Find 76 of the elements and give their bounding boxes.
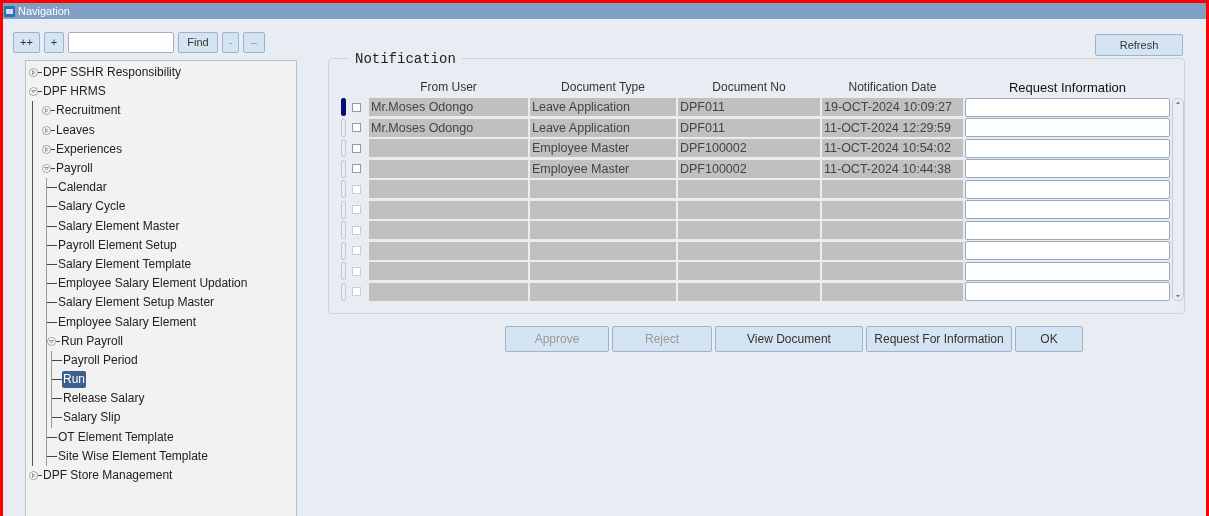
expand-icon[interactable] — [29, 471, 38, 481]
tree-item[interactable]: OT Element Template — [57, 428, 175, 446]
tree-item[interactable]: Employee Salary Element — [57, 313, 198, 331]
tree-item[interactable]: Salary Element Master — [57, 217, 181, 235]
tree-item[interactable]: Leaves — [55, 121, 96, 139]
tree-item[interactable]: Release Salary — [62, 390, 146, 408]
collapse-icon[interactable] — [47, 336, 56, 346]
column-header: Document No — [711, 79, 787, 96]
tree-item[interactable]: Site Wise Element Template — [57, 447, 209, 465]
table-cell: DPF100002 — [678, 159, 820, 178]
table-cell: Employee Master — [530, 159, 676, 178]
column-header: Notification Date — [847, 79, 938, 96]
tree-item[interactable]: DPF HRMS — [42, 83, 107, 101]
tree-item[interactable]: Payroll Period — [62, 351, 139, 369]
action-button[interactable]: Request For Information — [866, 326, 1012, 352]
table-cell: DPF011 — [678, 118, 820, 137]
action-button[interactable]: OK — [1015, 326, 1083, 352]
table-cell: 11-OCT-2024 12:29:59 — [822, 118, 963, 137]
scrollbar[interactable] — [1172, 97, 1184, 301]
tree-item[interactable]: Salary Element Template — [57, 255, 193, 273]
table-cell: Mr.Moses Odongo — [369, 98, 528, 116]
scroll-down-icon[interactable] — [1174, 292, 1182, 300]
checkbox[interactable] — [352, 164, 361, 173]
tree-item[interactable]: Run — [62, 371, 86, 389]
tree-item[interactable]: Experiences — [55, 140, 124, 158]
expand-button[interactable]: + — [43, 32, 65, 53]
input-field[interactable] — [965, 200, 1170, 219]
table-cell: Mr.Moses Odongo — [369, 118, 528, 137]
tree-item[interactable]: Payroll — [55, 160, 94, 178]
row-indicator[interactable] — [341, 98, 346, 116]
collapse-icon[interactable] — [29, 87, 38, 97]
expand-icon[interactable] — [42, 144, 51, 154]
checkbox[interactable] — [352, 102, 361, 112]
tree-item[interactable]: Calendar — [57, 179, 108, 197]
tree-item[interactable]: Salary Cycle — [57, 198, 127, 216]
refresh-button[interactable]: Refresh — [1095, 34, 1183, 56]
input-field[interactable] — [965, 220, 1170, 240]
tree-item[interactable]: DPF SSHR Responsibility — [42, 64, 183, 82]
expand-icon[interactable] — [42, 125, 51, 135]
table-cell: 19-OCT-2024 10:09:27 — [822, 98, 963, 116]
input-field[interactable] — [965, 241, 1170, 260]
table-cell: DPF100002 — [678, 139, 820, 157]
expand-button[interactable]: ++ — [13, 32, 40, 53]
search-field[interactable] — [68, 32, 175, 53]
find-button[interactable]: Find — [178, 32, 218, 53]
tree-item[interactable]: Recruitment — [55, 102, 122, 120]
window-title: Navigation — [18, 3, 70, 19]
table-cell: DPF011 — [678, 98, 820, 116]
table-cell: 11-OCT-2024 10:44:38 — [822, 159, 963, 178]
table-cell: Leave Application — [530, 98, 676, 116]
tree-item[interactable]: Run Payroll — [60, 332, 125, 350]
column-header: From User — [419, 79, 478, 96]
column-header: Document Type — [560, 79, 646, 96]
input-field[interactable] — [965, 118, 1170, 137]
tree-item[interactable]: Employee Salary Element Updation — [57, 275, 249, 293]
input-field[interactable] — [965, 179, 1170, 199]
tree-item[interactable]: Salary Element Setup Master — [57, 294, 216, 312]
column-header: Request Information — [1007, 79, 1128, 96]
tree-item[interactable]: Payroll Element Setup — [57, 236, 178, 254]
table-cell: Leave Application — [530, 118, 676, 137]
input-field[interactable] — [965, 261, 1170, 281]
checkbox[interactable] — [352, 123, 361, 132]
app-icon — [4, 5, 15, 17]
input-field[interactable] — [965, 282, 1170, 301]
input-field[interactable] — [965, 159, 1170, 178]
input-field[interactable] — [965, 97, 1170, 117]
collapse-icon[interactable] — [42, 164, 51, 174]
input-field[interactable] — [965, 138, 1170, 158]
tree-item[interactable]: Salary Slip — [62, 409, 122, 427]
checkbox[interactable] — [352, 143, 361, 153]
expand-icon[interactable] — [42, 106, 51, 116]
tree-item[interactable]: DPF Store Management — [42, 467, 174, 485]
expand-icon[interactable] — [29, 68, 38, 78]
action-button[interactable]: View Document — [715, 326, 863, 352]
table-cell: Employee Master — [530, 139, 676, 157]
table-cell: 11-OCT-2024 10:54:02 — [822, 139, 963, 157]
